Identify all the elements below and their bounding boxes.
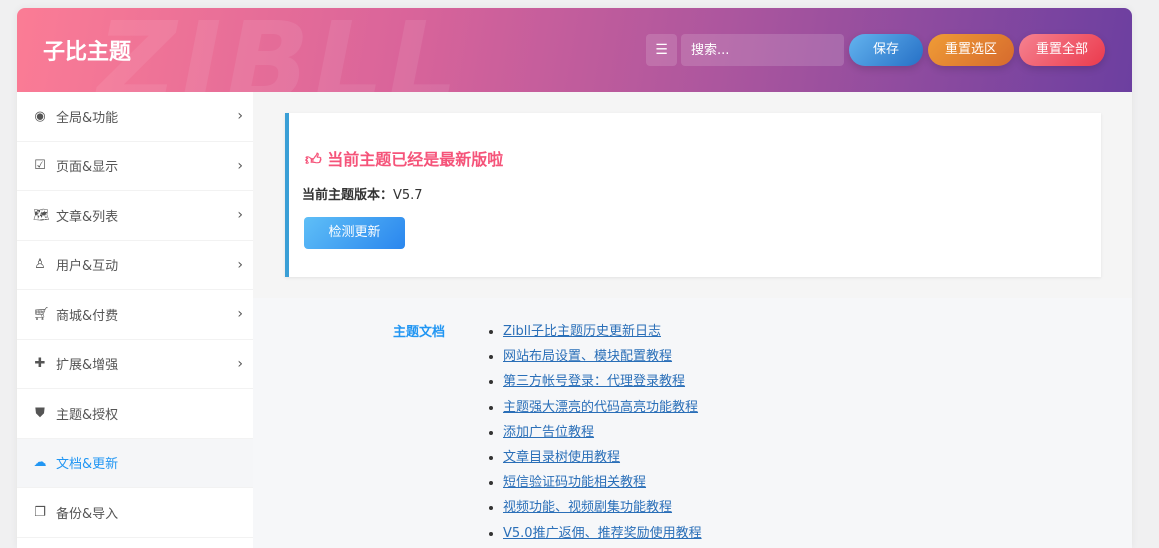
user-icon: ♙ bbox=[33, 257, 47, 272]
cart-icon: 🛒︎ bbox=[33, 307, 47, 322]
sidebar-item-label: 主题&授权 bbox=[56, 404, 118, 423]
check-update-button[interactable]: 检测更新 bbox=[304, 217, 405, 249]
header: ZIBLL 子比主题 ☰ 保存 重置选区 重置全部 bbox=[17, 8, 1132, 92]
sidebar-item-label: 文档&更新 bbox=[56, 453, 118, 472]
reset-section-button[interactable]: 重置选区 bbox=[928, 34, 1014, 66]
chevron-right-icon: › bbox=[237, 158, 243, 174]
map-icon: 🗺︎ bbox=[33, 208, 47, 223]
chevron-right-icon: › bbox=[237, 257, 243, 273]
list-item: 添加广告位教程 bbox=[503, 421, 702, 446]
doc-link[interactable]: 视频功能、视频剧集功能教程 bbox=[503, 500, 672, 515]
sidebar: ◉ 全局&功能 › ☑ 页面&显示 › 🗺︎ 文章&列表 › ♙ 用户&互动 › 🛒︎ 商城&付费 › ✚ 扩展… bbox=[17, 92, 253, 548]
save-button[interactable]: 保存 bbox=[849, 34, 923, 66]
sidebar-item-label: 扩展&增强 bbox=[56, 354, 118, 373]
sidebar-item-label: 用户&互动 bbox=[56, 255, 118, 274]
chevron-right-icon: › bbox=[237, 108, 243, 124]
watermark-logo: ZIBLL bbox=[97, 8, 462, 92]
doc-link[interactable]: 网站布局设置、模块配置教程 bbox=[503, 349, 672, 364]
doc-link[interactable]: 添加广告位教程 bbox=[503, 425, 594, 440]
sidebar-item[interactable]: ♙ 用户&互动 › bbox=[17, 241, 253, 291]
calendar-check-icon: ☑ bbox=[33, 158, 47, 173]
docs-label: 主题文档 bbox=[393, 321, 445, 340]
target-icon: ◉ bbox=[33, 109, 47, 124]
app-title: 子比主题 bbox=[43, 34, 131, 66]
version-row: 当前主题版本：V5.7 bbox=[302, 184, 423, 203]
chevron-right-icon: › bbox=[237, 306, 243, 322]
doc-link[interactable]: 文章目录树使用教程 bbox=[503, 450, 620, 465]
sidebar-item[interactable]: ◉ 全局&功能 › bbox=[17, 92, 253, 142]
menu-toggle-icon[interactable]: ☰ bbox=[646, 34, 677, 66]
sidebar-item[interactable]: ☁ 文档&更新 bbox=[17, 439, 253, 489]
reset-all-button[interactable]: 重置全部 bbox=[1019, 34, 1105, 66]
sidebar-item-label: 文章&列表 bbox=[56, 206, 118, 225]
sidebar-item[interactable]: ⛊ 主题&授权 bbox=[17, 389, 253, 439]
update-notice: 👍︎ 当前主题已经是最新版啦 当前主题版本：V5.7 检测更新 bbox=[285, 113, 1101, 277]
list-item: 网站布局设置、模块配置教程 bbox=[503, 345, 702, 370]
list-item: Zibll子比主题历史更新日志 bbox=[503, 320, 702, 345]
sidebar-item[interactable]: 🗺︎ 文章&列表 › bbox=[17, 191, 253, 241]
settings-panel: ZIBLL 子比主题 ☰ 保存 重置选区 重置全部 ◉ 全局&功能 › ☑ 页面&显示 ›… bbox=[17, 8, 1132, 548]
list-item: 短信验证码功能相关教程 bbox=[503, 471, 702, 496]
list-item: 文章目录树使用教程 bbox=[503, 446, 702, 471]
chevron-right-icon: › bbox=[237, 356, 243, 372]
search-input[interactable] bbox=[681, 34, 844, 66]
doc-link[interactable]: Zibll子比主题历史更新日志 bbox=[503, 324, 661, 339]
shield-icon: ⛊ bbox=[33, 406, 47, 421]
cloud-upload-icon: ☁ bbox=[33, 455, 47, 470]
sidebar-item-label: 商城&付费 bbox=[56, 305, 118, 324]
sidebar-item[interactable]: 🛒︎ 商城&付费 › bbox=[17, 290, 253, 340]
docs-section: 主题文档 Zibll子比主题历史更新日志网站布局设置、模块配置教程第三方帐号登录… bbox=[253, 298, 1132, 548]
puzzle-icon: ✚ bbox=[33, 356, 47, 371]
scrollbar[interactable] bbox=[1140, 0, 1159, 539]
chevron-right-icon: › bbox=[237, 207, 243, 223]
doc-link[interactable]: V5.0推广返佣、推荐奖励使用教程 bbox=[503, 526, 702, 541]
list-item: V5.0推广返佣、推荐奖励使用教程 bbox=[503, 522, 702, 547]
sidebar-item-label: 备份&导入 bbox=[56, 503, 118, 522]
sidebar-item[interactable]: ❐ 备份&导入 bbox=[17, 488, 253, 538]
sidebar-item[interactable]: ☑ 页面&显示 › bbox=[17, 142, 253, 192]
list-item: 第三方帐号登录：代理登录教程 bbox=[503, 370, 702, 395]
copy-icon: ❐ bbox=[33, 505, 47, 520]
doc-link[interactable]: 短信验证码功能相关教程 bbox=[503, 475, 646, 490]
list-item: 主题强大漂亮的代码高亮功能教程 bbox=[503, 396, 702, 421]
list-item: 视频功能、视频剧集功能教程 bbox=[503, 496, 702, 521]
sidebar-item-label: 全局&功能 bbox=[56, 107, 118, 126]
thumbs-up-icon: 👍︎ bbox=[305, 150, 327, 169]
sidebar-item[interactable]: ✚ 扩展&增强 › bbox=[17, 340, 253, 390]
docs-list: Zibll子比主题历史更新日志网站布局设置、模块配置教程第三方帐号登录：代理登录… bbox=[503, 320, 702, 547]
doc-link[interactable]: 主题强大漂亮的代码高亮功能教程 bbox=[503, 400, 698, 415]
notice-title: 👍︎ 当前主题已经是最新版啦 bbox=[305, 146, 503, 170]
doc-link[interactable]: 第三方帐号登录：代理登录教程 bbox=[503, 374, 685, 389]
sidebar-item-label: 页面&显示 bbox=[56, 156, 118, 175]
